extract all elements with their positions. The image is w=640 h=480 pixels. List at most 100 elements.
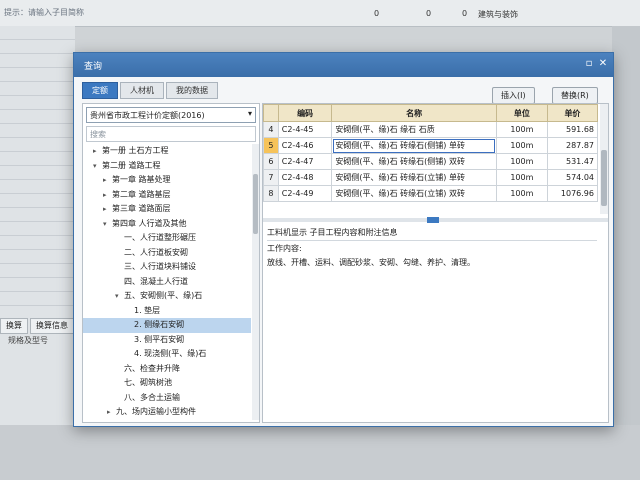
- table-row[interactable]: 4 C2-4-45 安砌侧(平、缘)石 缘石 石质 100m 591.68: [263, 121, 599, 138]
- tree-node-label: 4. 现浇侧(平、缘)石: [134, 349, 207, 358]
- tree-node[interactable]: 4. 现浇侧(平、缘)石: [83, 347, 251, 362]
- tree-node[interactable]: 一、人行道整形碾压: [83, 231, 251, 246]
- unit-cell[interactable]: 100m: [495, 121, 548, 138]
- tree-node[interactable]: ▸ 第二章 道路基层: [83, 188, 251, 203]
- tree-node[interactable]: 3. 侧平石安砌: [83, 333, 251, 348]
- unit-cell[interactable]: 100m: [495, 137, 548, 154]
- tree-node-label: 六、检查井升降: [124, 363, 180, 373]
- header-name[interactable]: 名称: [331, 104, 497, 122]
- close-icon[interactable]: ✕: [597, 58, 609, 70]
- table-row[interactable]: 8 C2-4-49 安砌侧(平、缘)石 砖缘石(立铺) 双砖 100m 1076.96: [263, 185, 599, 202]
- price-cell[interactable]: 1076.96: [546, 185, 599, 202]
- tree-node[interactable]: ▾ 第四章 人行道及其他: [83, 217, 251, 232]
- unit-cell[interactable]: 100m: [495, 169, 548, 186]
- tree-node-label: 第一章 路基处理: [112, 175, 171, 184]
- price-cell[interactable]: 287.87: [546, 137, 599, 154]
- table-row[interactable]: 7 C2-4-48 安砌侧(平、缘)石 砖缘石(立铺) 单砖 100m 574.04: [263, 169, 599, 186]
- row-number[interactable]: 6: [263, 153, 279, 170]
- code-cell[interactable]: C2-4-47: [277, 153, 333, 170]
- caret-collapsed-icon[interactable]: ▸: [93, 144, 102, 159]
- tree-node[interactable]: 四、混凝土人行道: [83, 275, 251, 290]
- tree-node-label: 一、人行道整形碾压: [124, 233, 196, 242]
- code-cell[interactable]: C2-4-46: [277, 137, 333, 154]
- dialog-titlebar[interactable]: 查询 ▫ ✕: [74, 53, 613, 77]
- maximize-icon[interactable]: ▫: [583, 58, 595, 70]
- table-row[interactable]: 5 C2-4-46 安砌侧(平、缘)石 砖缘石(侧铺) 单砖 100m 287.87: [263, 137, 599, 154]
- tab-quota[interactable]: 定额: [82, 82, 118, 99]
- tree-node[interactable]: 二、人行道板安砌: [83, 246, 251, 261]
- tree-node[interactable]: ▸ 第一章 路基处理: [83, 173, 251, 188]
- background-tab-convert[interactable]: 换算: [0, 318, 28, 334]
- tab-labor-material[interactable]: 人材机: [120, 82, 164, 99]
- tab-my-data[interactable]: 我的数据: [166, 82, 218, 99]
- unit-cell[interactable]: 100m: [495, 185, 548, 202]
- insert-button[interactable]: 插入(I): [492, 87, 535, 104]
- tree-scrollbar[interactable]: [252, 144, 259, 420]
- search-input[interactable]: 搜索: [86, 126, 256, 142]
- caret-collapsed-icon[interactable]: ▸: [103, 202, 112, 217]
- name-cell[interactable]: 安砌侧(平、缘)石 砖缘石(侧铺) 单砖: [331, 137, 497, 154]
- tree-node[interactable]: ▸ 第一册 土石方工程: [83, 144, 251, 159]
- replace-button[interactable]: 替换(R): [552, 87, 598, 104]
- header-price[interactable]: 单价: [546, 104, 599, 122]
- panel-splitter[interactable]: [263, 217, 608, 223]
- tree-scroll-thumb[interactable]: [253, 174, 258, 234]
- quota-tree-panel: 贵州省市政工程计价定额(2016) ▾ 搜索 ▸ 第一册 土石方工程 ▾ 第二册 道路…: [82, 103, 260, 423]
- name-cell[interactable]: 安砌侧(平、缘)石 缘石 石质: [331, 121, 497, 138]
- code-cell[interactable]: C2-4-45: [277, 121, 333, 138]
- tree-node-label: 第二章 道路基层: [112, 189, 171, 199]
- caret-collapsed-icon[interactable]: ▸: [103, 188, 112, 203]
- dialog-title: 查询: [84, 62, 103, 72]
- background-grid: [0, 26, 75, 316]
- price-cell[interactable]: 574.04: [546, 169, 599, 186]
- row-number[interactable]: 5: [263, 137, 279, 154]
- tree-node[interactable]: 六、检查井升降: [83, 362, 251, 377]
- table-scrollbar[interactable]: [600, 104, 608, 214]
- row-number[interactable]: 4: [263, 121, 279, 138]
- code-cell[interactable]: C2-4-49: [277, 185, 333, 202]
- quota-select[interactable]: 贵州省市政工程计价定额(2016) ▾: [86, 107, 256, 123]
- price-cell[interactable]: 531.47: [546, 153, 599, 170]
- caret-expanded-icon[interactable]: ▾: [103, 217, 112, 232]
- name-cell[interactable]: 安砌侧(平、缘)石 砖缘石(立铺) 双砖: [331, 185, 497, 202]
- tree-node-label: 三、人行道块料铺设: [124, 262, 196, 271]
- header-row-number: [263, 104, 279, 122]
- background-category: 建筑与装饰: [478, 10, 518, 19]
- tree-node[interactable]: ▸ 九、场内运输小型构件: [83, 405, 251, 420]
- name-cell[interactable]: 安砌侧(平、缘)石 砖缘石(立铺) 单砖: [331, 169, 497, 186]
- dialog-tabs: 定额 人材机 我的数据: [82, 82, 220, 99]
- chevron-down-icon[interactable]: ▾: [248, 109, 252, 118]
- caret-collapsed-icon[interactable]: ▸: [103, 173, 112, 188]
- caret-collapsed-icon[interactable]: ▸: [107, 405, 116, 420]
- splitter-handle-icon[interactable]: [427, 217, 439, 223]
- tree-node[interactable]: ▸ 第三章 道路面层: [83, 202, 251, 217]
- background-cell: 0: [462, 9, 468, 18]
- tree-node[interactable]: 三、人行道块料铺设: [83, 260, 251, 275]
- caret-expanded-icon[interactable]: ▾: [115, 289, 124, 304]
- header-unit[interactable]: 单位: [495, 104, 548, 122]
- table-header-row: 编码 名称 单位 单价: [263, 104, 599, 122]
- unit-cell[interactable]: 100m: [495, 153, 548, 170]
- row-number[interactable]: 8: [263, 185, 279, 202]
- tree-node[interactable]: ▾ 第二册 道路工程: [83, 159, 251, 174]
- query-dialog: 查询 ▫ ✕ 定额 人材机 我的数据 插入(I) 替换(R) 贵州省市政工程计价定额…: [73, 52, 614, 427]
- name-cell[interactable]: 安砌侧(平、缘)石 砖缘石(侧铺) 双砖: [331, 153, 497, 170]
- row-number[interactable]: 7: [263, 169, 279, 186]
- price-cell[interactable]: 591.68: [546, 121, 599, 138]
- header-code[interactable]: 编码: [277, 104, 333, 122]
- tree-node[interactable]: 1. 垫层: [83, 304, 251, 319]
- tree-node[interactable]: 2. 侧缘石安砌: [83, 318, 251, 333]
- caret-expanded-icon[interactable]: ▾: [93, 159, 102, 174]
- background-tab-convert-info[interactable]: 换算信息: [30, 318, 74, 334]
- tree-node[interactable]: ▾ 五、安砌侧(平、缘)石: [83, 289, 251, 304]
- info-tabs[interactable]: 工料机显示 子目工程内容和附注信息: [267, 227, 398, 238]
- code-cell[interactable]: C2-4-48: [277, 169, 333, 186]
- tree-node-label: 2. 侧缘石安砌: [134, 320, 185, 329]
- tree-node-label: 第四章 人行道及其他: [112, 218, 187, 228]
- tree-node[interactable]: 七、砌筑树池: [83, 376, 251, 391]
- tree-node[interactable]: 八、多合土运输: [83, 391, 251, 406]
- table-scroll-thumb[interactable]: [601, 150, 607, 206]
- tree-node-label: 第二册 道路工程: [102, 160, 161, 170]
- table-row[interactable]: 6 C2-4-47 安砌侧(平、缘)石 砖缘石(侧铺) 双砖 100m 531.47: [263, 153, 599, 170]
- tree-node-label: 第三章 道路面层: [112, 204, 171, 213]
